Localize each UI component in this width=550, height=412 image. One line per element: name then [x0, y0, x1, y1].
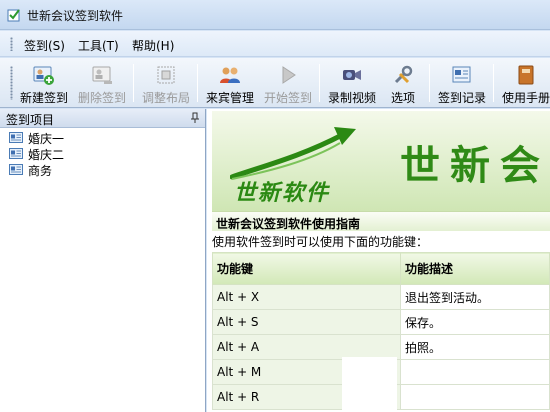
start-sign-in-button[interactable]: 开始签到 [260, 61, 316, 105]
shortcut-key: Alt + S [212, 309, 401, 335]
menu-sign-in[interactable]: 签到(S) [24, 37, 65, 54]
header-description: 功能描述 [400, 252, 550, 285]
user-manual-button[interactable]: 使用手册 [498, 61, 550, 105]
project-icon [9, 148, 23, 159]
tree-item-label: 商务 [28, 164, 53, 178]
brand-name: 世新软件 [234, 180, 331, 206]
toolbar-separator [319, 64, 320, 102]
tree-item[interactable]: 婚庆一 [0, 130, 205, 146]
records-icon [452, 66, 471, 83]
toolbar-separator [429, 64, 430, 102]
table-row: Alt + X 退出签到活动。 [212, 284, 550, 310]
project-icon [9, 164, 23, 175]
sign-in-records-button[interactable]: 签到记录 [434, 61, 490, 105]
new-sign-in-label: 新建签到 [19, 91, 68, 105]
tools-icon [394, 65, 413, 84]
options-button[interactable]: 选项 [382, 61, 424, 105]
table-row: Alt + S 保存。 [212, 309, 550, 335]
tree-item[interactable]: 婚庆二 [0, 146, 205, 162]
shortcut-description: 保存。 [400, 309, 550, 335]
banner-title: 世新会 [400, 142, 550, 189]
shortcut-key: Alt + A [212, 334, 401, 360]
guest-management-button[interactable]: 来宾管理 [202, 61, 258, 105]
toolbar-separator [197, 64, 198, 102]
rendering-blank-area [342, 357, 397, 412]
delete-sign-in-label: 删除签到 [77, 91, 126, 105]
banner: 世新软件 世新会 [212, 111, 550, 211]
title-bar: 世新会议签到软件 [0, 0, 550, 30]
user-manual-label: 使用手册 [501, 91, 550, 105]
options-label: 选项 [390, 91, 415, 105]
delete-sign-in-button[interactable]: 删除签到 [74, 61, 130, 105]
start-sign-in-label: 开始签到 [263, 91, 312, 105]
project-tree: 婚庆一 婚庆二 商务 [0, 128, 205, 178]
project-icon [9, 132, 23, 143]
manual-icon [518, 65, 534, 85]
add-user-icon [33, 66, 54, 85]
new-sign-in-button[interactable]: 新建签到 [16, 61, 72, 105]
guide-intro: 使用软件签到时可以使用下面的功能键： [212, 235, 429, 249]
sign-in-records-label: 签到记录 [437, 91, 486, 105]
table-header-row: 功能键 功能描述 [212, 252, 550, 285]
toolbar-separator [493, 64, 494, 102]
play-icon [282, 66, 296, 84]
app-icon [7, 9, 20, 22]
adjust-layout-button[interactable]: 调整布局 [138, 61, 194, 105]
toolbar-grip [10, 66, 13, 100]
record-video-label: 录制视频 [327, 91, 376, 105]
menu-grip [10, 37, 13, 51]
toolbar-separator [133, 64, 134, 102]
tree-item-label: 婚庆一 [28, 132, 65, 146]
layout-icon [157, 66, 175, 84]
shortcut-description [400, 384, 550, 410]
video-camera-icon [343, 70, 361, 80]
table-row: Alt + A 拍照。 [212, 334, 550, 360]
menu-help[interactable]: 帮助(H) [132, 37, 174, 54]
guide-title-bar: 世新会议签到软件使用指南 [212, 211, 550, 231]
swoosh-logo-icon [230, 127, 356, 180]
shortcut-description [400, 359, 550, 385]
guide-title: 世新会议签到软件使用指南 [216, 217, 361, 231]
toolbar: 新建签到 删除签到 调整布局 来宾管理 开始签到 录制视频 选项 签到记录 使用… [0, 58, 550, 108]
delete-user-icon [92, 66, 112, 84]
guests-icon [220, 67, 240, 83]
shortcut-description: 退出签到活动。 [400, 284, 550, 310]
shortcut-key: Alt + X [212, 284, 401, 310]
header-key: 功能键 [212, 252, 401, 285]
shortcut-description: 拍照。 [400, 334, 550, 360]
window-title: 世新会议签到软件 [27, 9, 124, 23]
tree-item[interactable]: 商务 [0, 162, 205, 178]
guide-content: 世新软件 世新会 世新会议签到软件使用指南 使用软件签到时可以使用下面的功能键：… [207, 109, 550, 412]
tree-item-label: 婚庆二 [28, 148, 65, 162]
menu-bar: 签到(S) 工具(T) 帮助(H) [0, 31, 550, 57]
guest-management-label: 来宾管理 [205, 91, 254, 105]
panel-title: 签到项目 [6, 113, 55, 127]
sign-in-project-panel: 签到项目 婚庆一 婚庆二 商务 [0, 109, 206, 412]
panel-header: 签到项目 [0, 109, 205, 128]
adjust-layout-label: 调整布局 [141, 91, 190, 105]
pin-icon[interactable] [190, 112, 200, 124]
record-video-button[interactable]: 录制视频 [324, 61, 380, 105]
menu-tools[interactable]: 工具(T) [78, 37, 119, 54]
